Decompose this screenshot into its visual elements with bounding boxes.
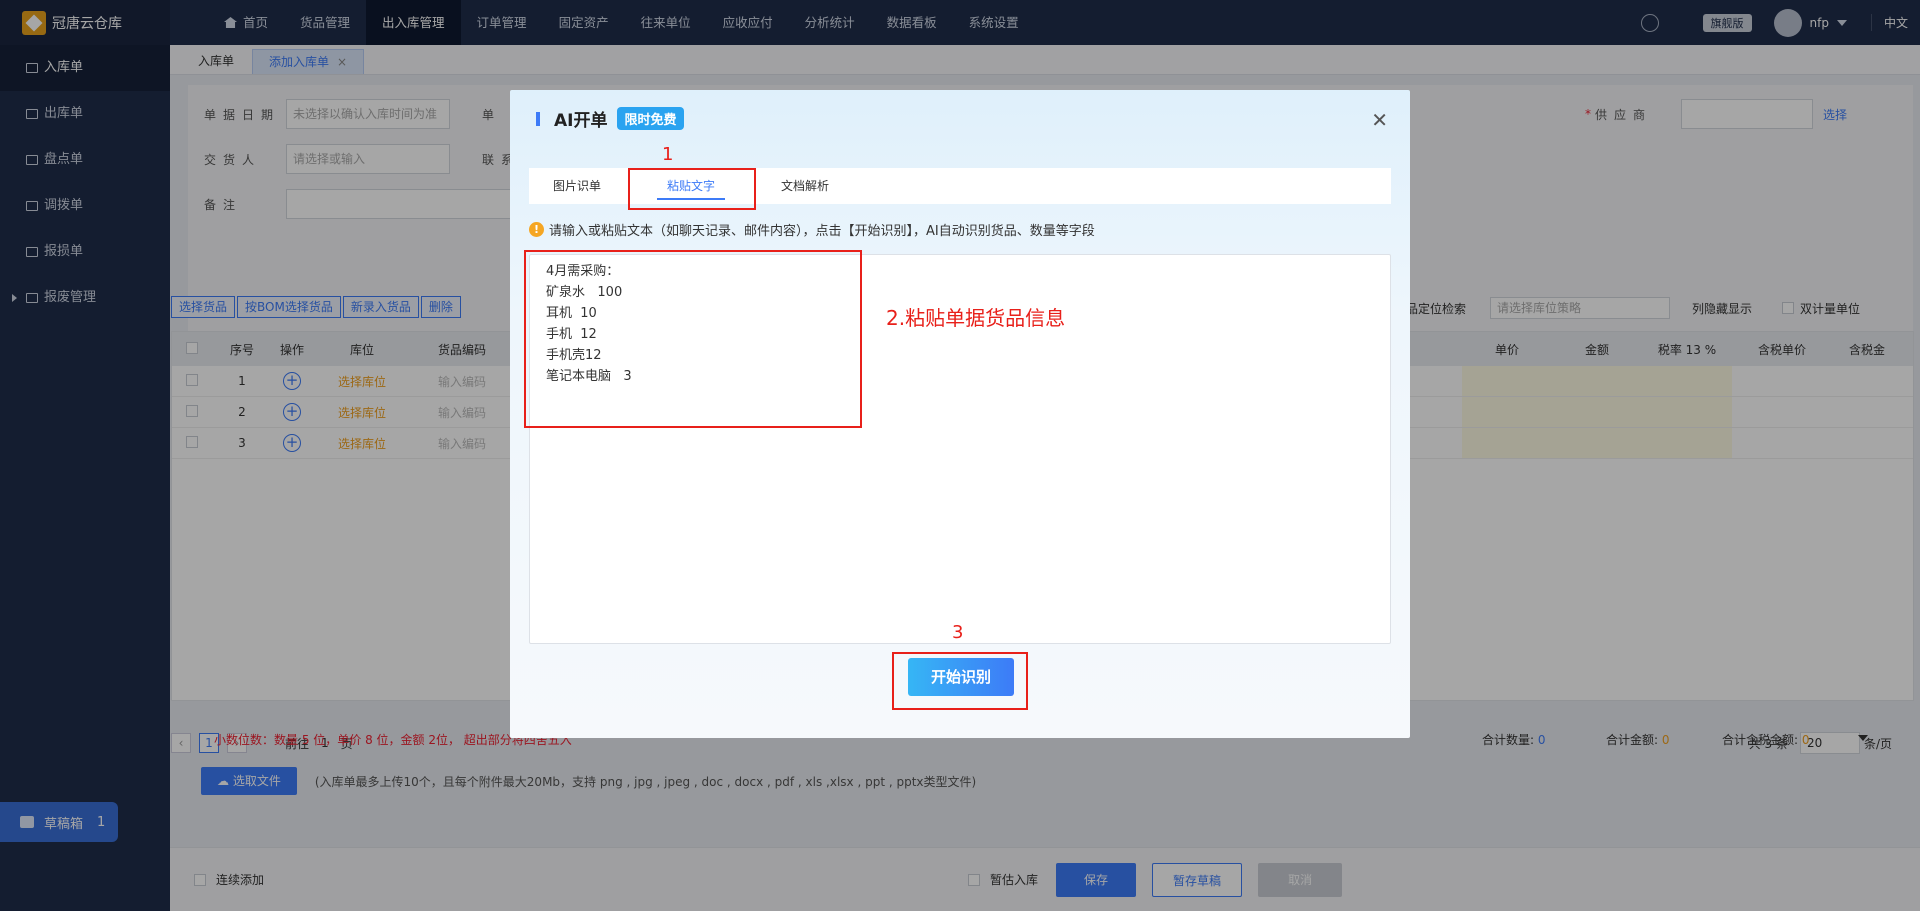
annotation-label-2: 2.粘贴单据货品信息 xyxy=(886,306,1066,330)
close-icon[interactable]: ✕ xyxy=(1371,108,1388,132)
annotation-box-2 xyxy=(524,250,862,428)
tab-image-recognition[interactable]: 图片识单 xyxy=(529,168,625,204)
dialog-title: AI开单 限时免费 xyxy=(536,106,684,131)
free-badge: 限时免费 xyxy=(617,107,684,130)
hint-text: 请输入或粘贴文本（如聊天记录、邮件内容），点击【开始识别】，AI自动识别货品、数… xyxy=(549,224,1095,239)
tab-document-parse[interactable]: 文档解析 xyxy=(757,168,853,204)
annotation-label-3: 3 xyxy=(952,622,964,643)
annotation-box-1 xyxy=(628,168,756,210)
annotation-label-1: 1 xyxy=(662,144,674,165)
hint-row: ! 请输入或粘贴文本（如聊天记录、邮件内容），点击【开始识别】，AI自动识别货品… xyxy=(529,220,1095,239)
annotation-box-3 xyxy=(892,652,1028,710)
info-icon: ! xyxy=(529,222,544,237)
